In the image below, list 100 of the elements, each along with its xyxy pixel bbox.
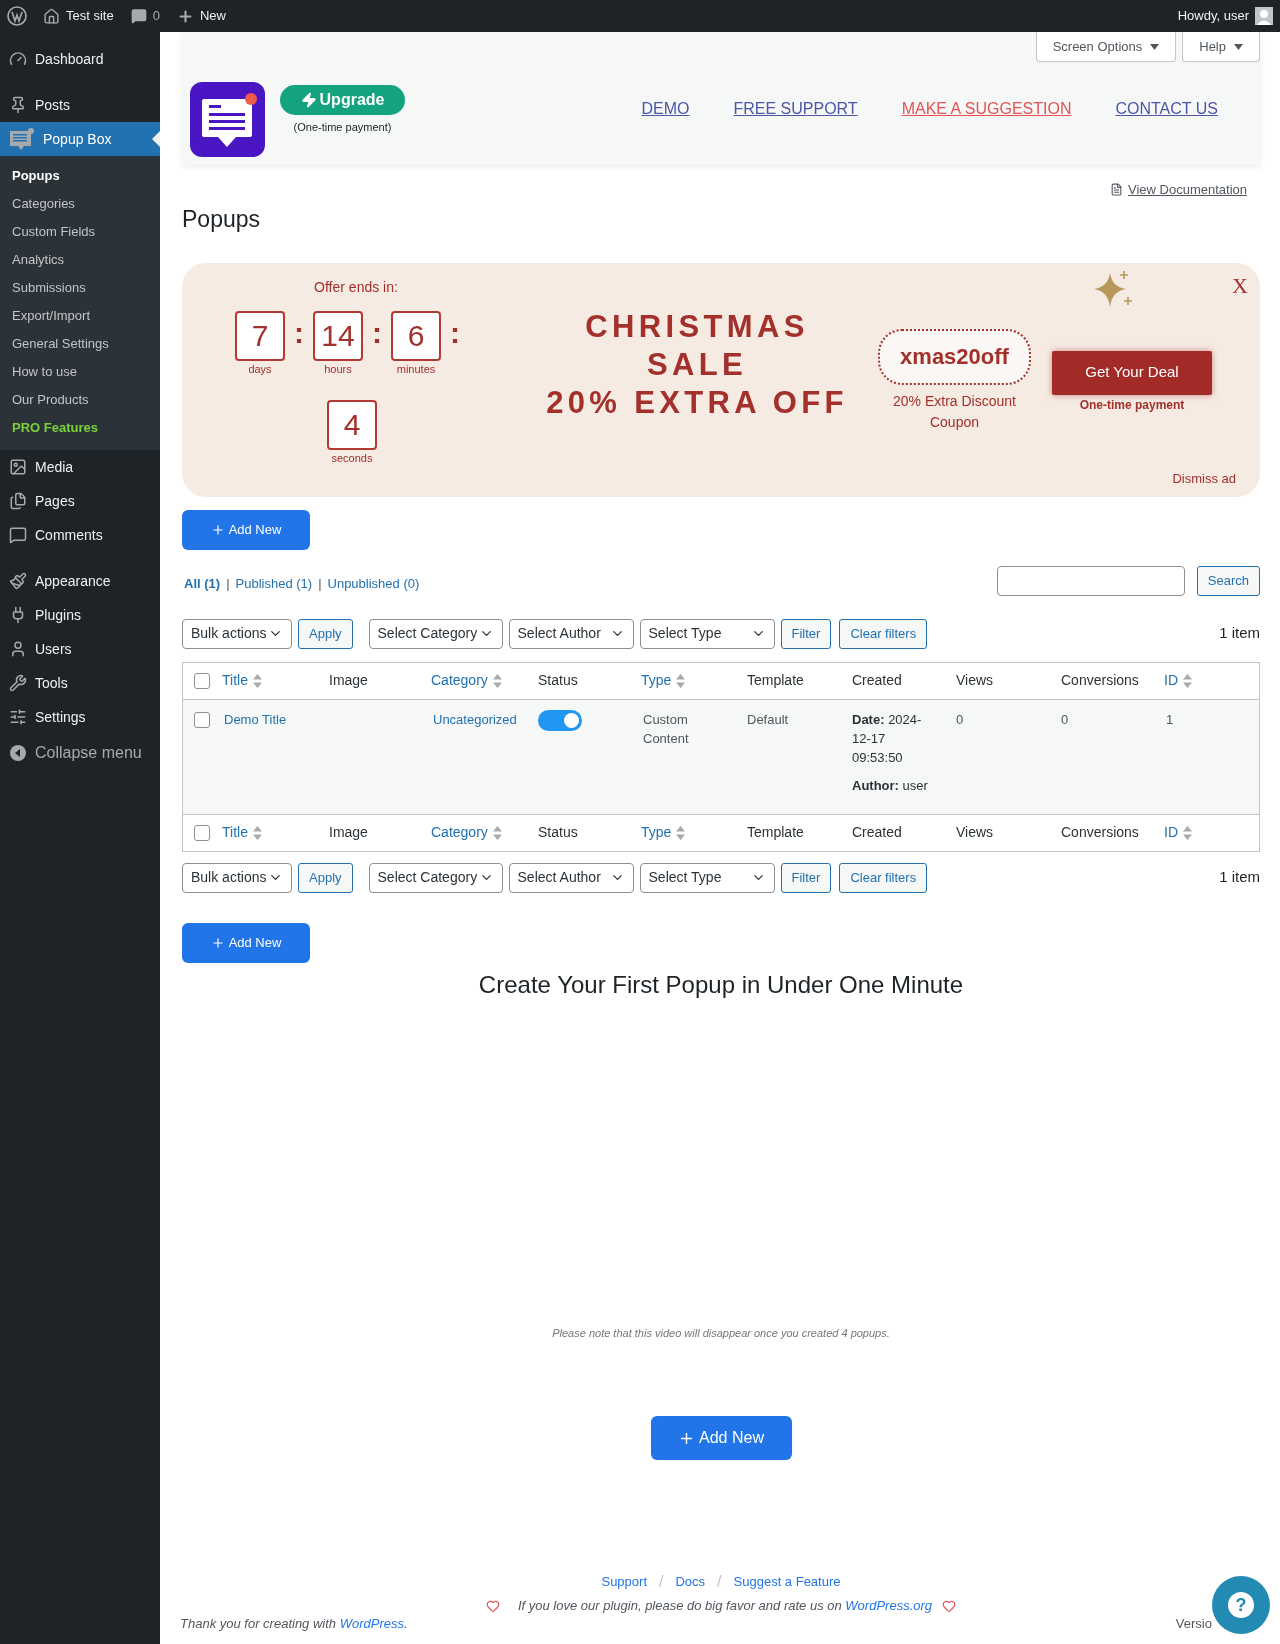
menu-item[interactable]: Dashboard bbox=[0, 42, 160, 76]
dropdown-select[interactable]: Bulk actions bbox=[182, 862, 292, 893]
dropdown-select[interactable]: Bulk actions bbox=[182, 618, 292, 649]
sort-icon bbox=[252, 673, 262, 688]
submenu-item[interactable]: Categories bbox=[0, 190, 160, 218]
intro-heading: Create Your First Popup in Under One Minute bbox=[477, 969, 965, 1000]
menu-item[interactable]: Pages bbox=[0, 484, 160, 518]
filter-separator: | bbox=[226, 574, 230, 593]
menu-item[interactable]: Media bbox=[0, 450, 160, 484]
conversions-count: 0 bbox=[1061, 711, 1069, 727]
column-header: Template bbox=[747, 671, 804, 690]
countdown-value: 4 bbox=[327, 399, 377, 450]
submenu-item[interactable]: Analytics bbox=[0, 246, 160, 274]
submenu-item[interactable]: Custom Fields bbox=[0, 218, 160, 246]
collapse-menu[interactable]: Collapse menu bbox=[0, 736, 160, 770]
sortable-column-header[interactable]: Type bbox=[641, 822, 686, 843]
add-new-button[interactable]: Add New bbox=[182, 509, 310, 550]
status-filter-link[interactable]: Unpublished (0) bbox=[327, 573, 420, 593]
dropdown-select[interactable]: Select Type bbox=[639, 618, 775, 649]
sortable-column-header[interactable]: Type bbox=[641, 670, 686, 691]
search-field[interactable] bbox=[996, 565, 1185, 596]
select-all-checkbox[interactable] bbox=[194, 824, 210, 841]
dropdown-select[interactable]: Select Category bbox=[368, 618, 503, 649]
header-link[interactable]: MAKE A SUGGESTION bbox=[901, 97, 1072, 121]
filter-button[interactable]: Filter bbox=[780, 618, 832, 649]
type-text: Custom Content bbox=[643, 711, 689, 746]
apply-button[interactable]: Apply bbox=[298, 618, 353, 649]
status-filter-link[interactable]: All (1) bbox=[184, 573, 221, 593]
sortable-column-header[interactable]: Title bbox=[222, 822, 262, 843]
category-link[interactable]: Uncategorized bbox=[433, 711, 517, 727]
filter-separator: | bbox=[318, 574, 322, 593]
submenu-item[interactable]: Export/Import bbox=[0, 302, 160, 330]
menu-item[interactable]: Comments bbox=[0, 518, 160, 552]
sortable-column-header[interactable]: Title bbox=[222, 670, 262, 691]
sortable-column-header[interactable]: Category bbox=[431, 822, 502, 843]
site-link[interactable]: Test site bbox=[43, 6, 114, 26]
menu-item[interactable]: Tools bbox=[0, 666, 160, 700]
column-header: Views bbox=[956, 823, 994, 842]
clear-filters-button[interactable]: Clear filters bbox=[839, 618, 928, 649]
view-documentation-link[interactable]: View Documentation bbox=[1110, 180, 1247, 200]
dropdown-select[interactable]: Select Type bbox=[639, 862, 775, 893]
menu-item[interactable]: Popup Box bbox=[0, 122, 160, 156]
sortable-column-header[interactable]: Category bbox=[431, 670, 502, 691]
footer-link[interactable]: Support bbox=[601, 1572, 647, 1592]
select-all-checkbox[interactable] bbox=[194, 672, 210, 689]
footer-link[interactable]: Docs bbox=[675, 1572, 706, 1592]
clear-filters-button[interactable]: Clear filters bbox=[839, 862, 928, 893]
filter-button[interactable]: Filter bbox=[780, 862, 832, 893]
sort-icon bbox=[1183, 673, 1192, 688]
search-button[interactable]: Search bbox=[1196, 565, 1260, 596]
header-link[interactable]: FREE SUPPORT bbox=[733, 97, 858, 121]
sortable-column-header[interactable]: ID bbox=[1164, 822, 1192, 843]
comments-link[interactable]: 0 bbox=[130, 6, 160, 26]
dismiss-link[interactable]: Dismiss ad bbox=[1172, 469, 1236, 489]
column-header: Status bbox=[538, 671, 578, 690]
screen-meta-tab[interactable]: Help bbox=[1182, 32, 1260, 62]
screen-meta-tab[interactable]: Screen Options bbox=[1035, 32, 1177, 62]
status-filter-link[interactable]: Published (1) bbox=[235, 573, 313, 593]
video-note: Please note that this video will disappear once you created 4 popups. bbox=[551, 1325, 891, 1341]
column-header: Status bbox=[538, 823, 578, 842]
get-deal-button[interactable]: Get Your Deal bbox=[1052, 350, 1212, 395]
close-button[interactable]: X bbox=[1232, 268, 1248, 302]
created-date: Date: 2024-12-17 09:53:50 bbox=[852, 710, 923, 767]
sale-headline: 20% EXTRA OFF bbox=[546, 383, 848, 422]
menu-item[interactable]: Settings bbox=[0, 700, 160, 734]
submenu-item[interactable]: How to use bbox=[0, 358, 160, 386]
submenu-item[interactable]: Our Products bbox=[0, 386, 160, 414]
apply-button[interactable]: Apply bbox=[298, 862, 353, 893]
submenu-item[interactable]: Submissions bbox=[0, 274, 160, 302]
sortable-column-header[interactable]: ID bbox=[1164, 670, 1192, 691]
dropdown-select[interactable]: Select Category bbox=[368, 862, 503, 893]
status-toggle[interactable] bbox=[538, 709, 582, 731]
coupon-code: xmas20off bbox=[878, 328, 1031, 385]
sort-icon bbox=[1183, 825, 1192, 840]
item-count: 1 item bbox=[1219, 867, 1260, 888]
submenu-item[interactable]: PRO Features bbox=[0, 414, 160, 442]
add-new-button[interactable]: Add New bbox=[650, 1416, 792, 1460]
document-icon bbox=[1110, 183, 1123, 197]
row-checkbox[interactable] bbox=[194, 711, 210, 728]
menu-item[interactable]: Posts bbox=[0, 88, 160, 122]
footer-link[interactable]: Suggest a Feature bbox=[733, 1572, 841, 1592]
menu-item[interactable]: Appearance bbox=[0, 564, 160, 598]
dropdown-select[interactable]: Select Author bbox=[508, 618, 634, 649]
sort-icon bbox=[676, 673, 686, 688]
submenu-item[interactable]: General Settings bbox=[0, 330, 160, 358]
wordpress-logo[interactable] bbox=[7, 6, 27, 26]
new-link[interactable]: New bbox=[176, 6, 226, 26]
popup-title-link[interactable]: Demo Title bbox=[224, 711, 287, 727]
submenu-item[interactable]: Popups bbox=[0, 162, 160, 190]
help-bubble[interactable]: ? bbox=[1212, 1576, 1270, 1634]
countdown-separator: : bbox=[293, 314, 305, 351]
countdown-separator: : bbox=[371, 314, 383, 351]
lightning-icon bbox=[300, 91, 317, 108]
menu-item[interactable]: Plugins bbox=[0, 598, 160, 632]
menu-item[interactable]: Users bbox=[0, 632, 160, 666]
add-new-button[interactable]: Add New bbox=[182, 922, 310, 963]
dropdown-select[interactable]: Select Author bbox=[508, 862, 634, 893]
header-link[interactable]: CONTACT US bbox=[1115, 97, 1218, 121]
header-link[interactable]: DEMO bbox=[641, 97, 690, 121]
account-greeting[interactable]: Howdy, user bbox=[1177, 6, 1273, 26]
